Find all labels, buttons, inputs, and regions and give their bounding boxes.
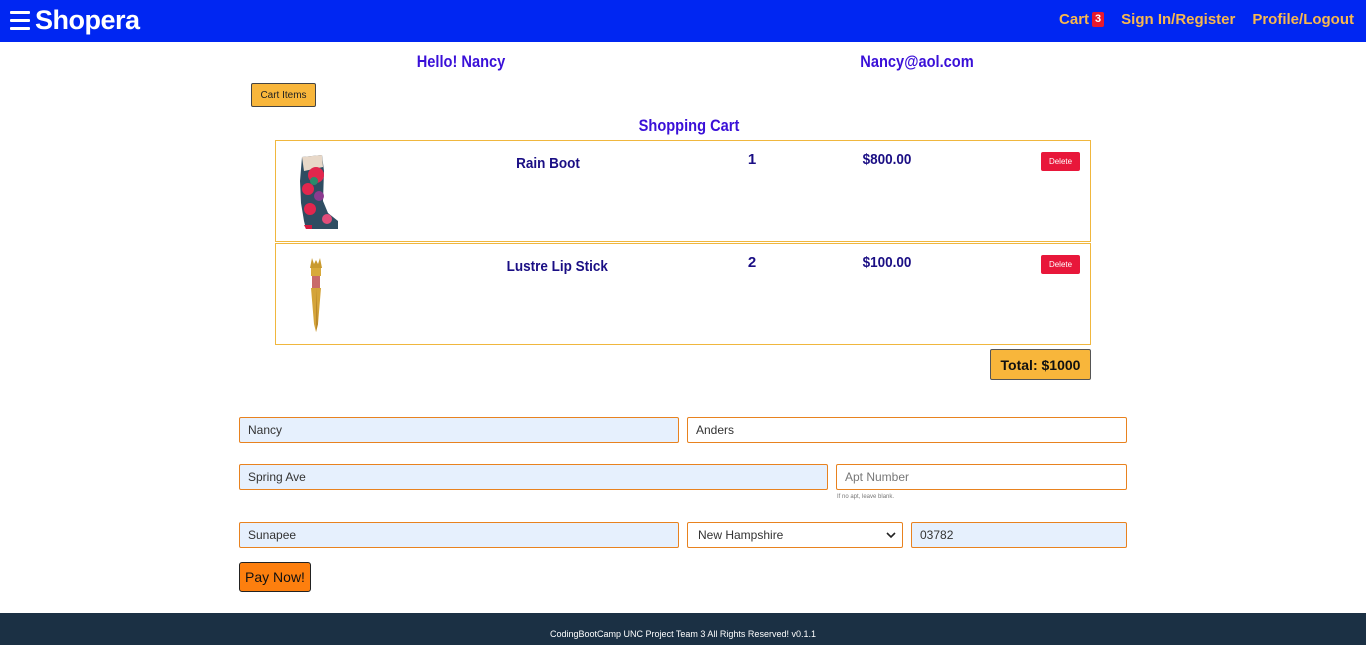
chevron-down-icon — [886, 532, 896, 539]
lipstick-image — [310, 258, 322, 332]
cart-item: Rain Boot 1 $800.00 Delete — [275, 140, 1091, 242]
profile-logout-link[interactable]: Profile/Logout — [1252, 11, 1354, 28]
footer-text: CodingBootCamp UNC Project Team 3 All Ri… — [550, 629, 816, 639]
item-quantity: 2 — [747, 254, 757, 271]
boot-image — [300, 155, 338, 229]
item-name: Rain Boot — [516, 155, 580, 172]
user-email: Nancy@aol.com — [860, 52, 974, 71]
pay-now-button[interactable]: Pay Now! — [239, 562, 311, 592]
navbar: Shopera Cart 3 Sign In/Register Profile/… — [0, 0, 1366, 42]
cart-link-label[interactable]: Cart — [1059, 11, 1089, 28]
delete-button[interactable]: Delete — [1041, 152, 1080, 171]
apt-number-field[interactable]: Apt Number — [836, 464, 1127, 490]
nav-cart-link[interactable]: Cart 3 — [1059, 11, 1105, 28]
delete-button[interactable]: Delete — [1041, 255, 1080, 274]
zip-field[interactable]: 03782 — [911, 522, 1127, 548]
last-name-field[interactable]: Anders — [687, 417, 1127, 443]
item-price: $800.00 — [862, 151, 912, 168]
item-quantity: 1 — [747, 151, 757, 168]
cart-item: Lustre Lip Stick 2 $100.00 Delete — [275, 243, 1091, 345]
item-price: $100.00 — [862, 254, 912, 271]
greeting-heading: Hello! Nancy — [416, 52, 506, 71]
street-field[interactable]: Spring Ave — [239, 464, 828, 490]
menu-icon[interactable] — [10, 11, 30, 31]
city-field[interactable]: Sunapee — [239, 522, 679, 548]
brand-logo[interactable]: Shopera — [35, 5, 140, 36]
cart-total: Total: $1000 — [990, 349, 1091, 380]
footer: CodingBootCamp UNC Project Team 3 All Ri… — [0, 613, 1366, 645]
state-select[interactable]: New Hampshire — [687, 522, 903, 548]
nav-links: Cart 3 Sign In/Register Profile/Logout — [1059, 11, 1354, 28]
signin-register-link[interactable]: Sign In/Register — [1121, 11, 1235, 28]
cart-items-button[interactable]: Cart Items — [251, 83, 316, 107]
item-name: Lustre Lip Stick — [506, 258, 608, 275]
cart-list: Rain Boot 1 $800.00 Delete Lustre Lip St… — [275, 140, 1091, 346]
state-selected-value: New Hampshire — [698, 528, 784, 542]
apt-hint: If no apt, leave blank. — [837, 494, 895, 500]
cart-count-badge: 3 — [1092, 12, 1105, 27]
shopping-cart-title: Shopping Cart — [638, 116, 740, 135]
first-name-field[interactable]: Nancy — [239, 417, 679, 443]
